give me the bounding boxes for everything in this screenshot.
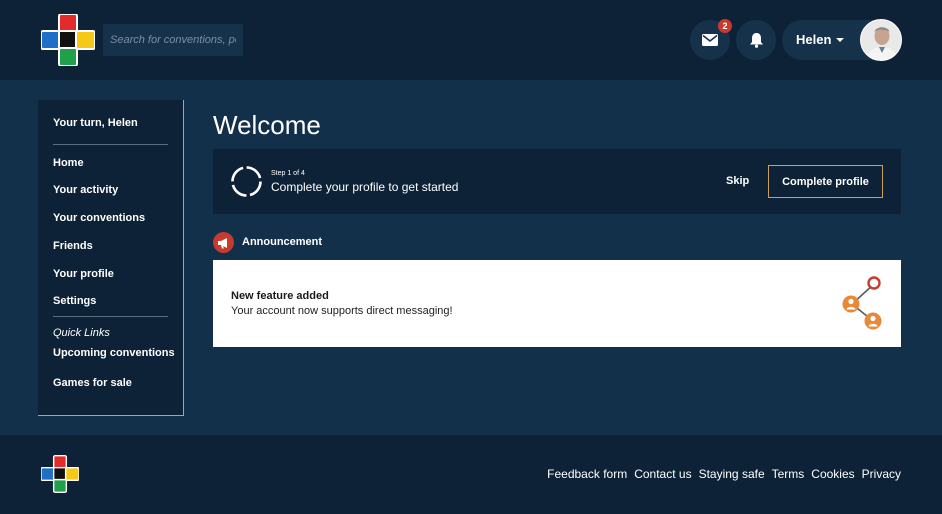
announcement-body: Your account now supports direct messagi… bbox=[231, 305, 453, 317]
announcement-title: New feature added bbox=[231, 290, 329, 302]
app-logo[interactable] bbox=[41, 14, 95, 66]
bell-icon bbox=[749, 33, 763, 48]
sidebar-item-your-activity[interactable]: Your activity bbox=[53, 184, 118, 196]
quick-link-upcoming-conventions[interactable]: Upcoming conventions bbox=[53, 347, 175, 359]
top-bar: 2 Helen bbox=[0, 0, 942, 80]
sidebar-divider bbox=[53, 316, 168, 317]
sidebar-item-settings[interactable]: Settings bbox=[53, 295, 96, 307]
footer-link-cookies[interactable]: Cookies bbox=[811, 467, 854, 481]
footer: Feedback form Contact us Staying safe Te… bbox=[0, 435, 942, 514]
chevron-down-icon bbox=[836, 38, 844, 42]
sidebar-divider bbox=[53, 144, 168, 145]
notifications-button[interactable] bbox=[736, 20, 776, 60]
quick-link-games-for-sale[interactable]: Games for sale bbox=[53, 377, 132, 389]
messages-button[interactable]: 2 bbox=[690, 19, 732, 60]
sidebar-greeting: Your turn, Helen bbox=[53, 117, 138, 129]
megaphone-icon bbox=[213, 232, 234, 253]
complete-profile-button[interactable]: Complete profile bbox=[768, 165, 883, 198]
quick-links-heading: Quick Links bbox=[53, 327, 110, 339]
progress-ring-icon bbox=[231, 166, 262, 197]
search-box[interactable] bbox=[103, 24, 243, 56]
envelope-icon bbox=[702, 34, 718, 46]
people-connection-icon bbox=[842, 276, 882, 330]
skip-button[interactable]: Skip bbox=[726, 175, 749, 187]
step-counter: Step 1 of 4 bbox=[271, 170, 305, 177]
sidebar-item-friends[interactable]: Friends bbox=[53, 240, 93, 252]
user-name: Helen bbox=[796, 32, 832, 47]
footer-link-feedback-form[interactable]: Feedback form bbox=[547, 467, 627, 481]
messages-count-badge: 2 bbox=[718, 19, 732, 33]
footer-link-staying-safe[interactable]: Staying safe bbox=[699, 467, 765, 481]
sidebar-item-your-profile[interactable]: Your profile bbox=[53, 268, 114, 280]
footer-logo[interactable] bbox=[41, 455, 79, 493]
footer-link-terms[interactable]: Terms bbox=[772, 467, 805, 481]
sidebar-item-home[interactable]: Home bbox=[53, 157, 84, 169]
avatar[interactable] bbox=[860, 19, 902, 61]
footer-link-contact-us[interactable]: Contact us bbox=[634, 467, 691, 481]
sidebar: Your turn, Helen Home Your activity Your… bbox=[38, 100, 184, 416]
profile-progress-card: Step 1 of 4 Complete your profile to get… bbox=[213, 149, 901, 214]
footer-link-privacy[interactable]: Privacy bbox=[862, 467, 901, 481]
search-input[interactable] bbox=[103, 24, 243, 56]
user-photo bbox=[861, 20, 901, 60]
announcement-card: New feature added Your account now suppo… bbox=[213, 260, 901, 347]
progress-message: Complete your profile to get started bbox=[271, 180, 459, 194]
sidebar-item-your-conventions[interactable]: Your conventions bbox=[53, 212, 145, 224]
announcement-heading: Announcement bbox=[242, 236, 323, 248]
footer-links: Feedback form Contact us Staying safe Te… bbox=[547, 467, 901, 481]
page-title: Welcome bbox=[213, 110, 321, 140]
